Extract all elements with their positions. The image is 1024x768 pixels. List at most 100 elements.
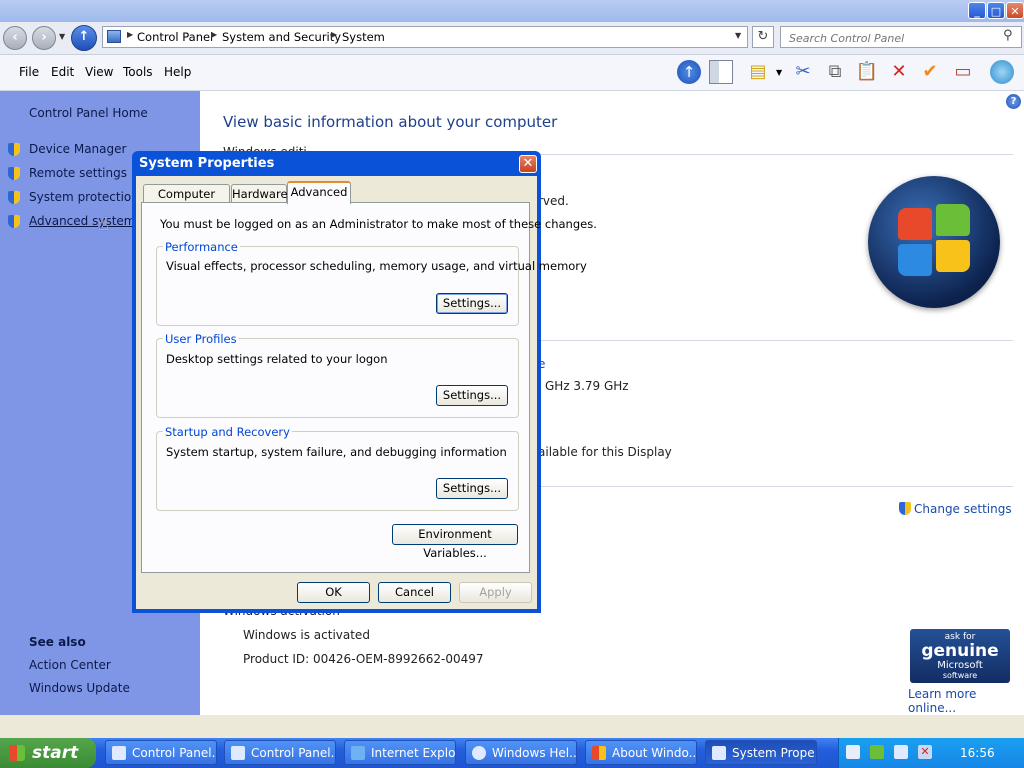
apply-button[interactable]: Apply	[459, 582, 532, 603]
windows-logo-icon	[868, 176, 1000, 308]
crumb-separator-icon: ▶	[127, 30, 134, 39]
pen-touch-info: ailable for this Display	[538, 445, 672, 459]
menu-tools[interactable]: Tools	[123, 65, 153, 79]
tab-hardware[interactable]: Hardware	[231, 184, 288, 202]
back-icon[interactable]: ‹	[3, 26, 27, 50]
maximize-button[interactable]: □	[987, 2, 1005, 19]
menu-file[interactable]: File	[19, 65, 39, 79]
shield-icon	[8, 215, 20, 228]
shield-icon	[8, 167, 20, 180]
cancel-button[interactable]: Cancel	[378, 582, 451, 603]
paste-icon[interactable]: 📋	[855, 60, 879, 84]
delete-icon[interactable]: ✕	[887, 60, 911, 84]
crumb-separator-icon: ▶	[211, 30, 218, 39]
up-arrow-icon[interactable]: ↑	[677, 60, 701, 84]
properties-icon[interactable]: ▭	[951, 60, 975, 84]
clock[interactable]: 16:56	[960, 746, 995, 760]
search-box[interactable]: ⚲	[780, 26, 1022, 48]
user-profiles-description: Desktop settings related to your logon	[166, 352, 388, 366]
startup-recovery-settings-button[interactable]: Settings...	[436, 478, 508, 499]
menu-help[interactable]: Help	[164, 65, 191, 79]
ok-button[interactable]: OK	[297, 582, 370, 603]
genuine-software: software	[942, 671, 978, 680]
help-icon[interactable]: ?	[1006, 94, 1021, 109]
search-input[interactable]	[787, 29, 996, 47]
taskbar-item-windows-help[interactable]: Windows Hel...	[465, 740, 577, 765]
shield-icon	[899, 502, 911, 515]
learn-more-link[interactable]: Learn more online...	[908, 687, 1024, 715]
taskbar-item-label: Control Panel...	[132, 746, 217, 760]
user-profiles-group	[156, 338, 519, 418]
start-label: start	[32, 743, 79, 763]
sidebar-item-system-protection[interactable]: System protection	[29, 190, 139, 204]
internet-explorer-icon	[351, 746, 365, 760]
activation-status: Windows is activated	[243, 628, 370, 642]
breadcrumb-control-panel[interactable]: Control Panel	[137, 30, 213, 44]
performance-settings-button[interactable]: Settings...	[436, 293, 508, 314]
see-also-heading: See also	[29, 635, 86, 649]
volume-muted-icon[interactable]: ✕	[918, 745, 932, 759]
sidebar-item-device-manager[interactable]: Device Manager	[29, 142, 126, 156]
start-button[interactable]: start	[0, 738, 96, 768]
history-dropdown-icon[interactable]: ▼	[59, 32, 65, 41]
control-panel-icon	[107, 30, 121, 43]
forward-icon[interactable]: ›	[32, 26, 56, 50]
taskbar-item-label: System Prope...	[732, 746, 817, 760]
sidebar-item-windows-update[interactable]: Windows Update	[29, 681, 130, 695]
windows-flag-icon	[9, 745, 25, 761]
dialog-close-icon[interactable]: ✕	[519, 155, 537, 173]
up-folder-icon[interactable]: ↑	[71, 25, 97, 51]
taskbar-item-about-windows[interactable]: About Windo...	[585, 740, 697, 765]
startup-recovery-description: System startup, system failure, and debu…	[166, 445, 507, 459]
close-window-button[interactable]: ✕	[1006, 2, 1024, 19]
taskbar-item-control-panel-2[interactable]: Control Panel...	[224, 740, 336, 765]
network-tray-icon[interactable]	[894, 745, 908, 759]
copy-icon[interactable]: ⧉	[823, 60, 847, 84]
menu-edit[interactable]: Edit	[51, 65, 74, 79]
address-bar[interactable]: ▶ Control Panel ▶ System and Security ▶ …	[102, 26, 748, 48]
shield-icon	[8, 143, 20, 156]
breadcrumb-system[interactable]: System	[342, 30, 385, 44]
refresh-icon[interactable]: ↻	[752, 26, 774, 48]
environment-variables-button[interactable]: Environment Variables...	[392, 524, 518, 560]
product-id: Product ID: 00426-OEM-8992662-00497	[243, 652, 484, 666]
dialog-title: System Properties	[139, 156, 275, 171]
performance-legend: Performance	[163, 240, 240, 254]
change-settings-link[interactable]: Change settings	[914, 502, 1012, 516]
tab-advanced[interactable]: Advanced	[287, 181, 351, 204]
security-tray-icon[interactable]	[870, 745, 884, 759]
windows-flag-icon	[592, 746, 606, 760]
cut-icon[interactable]: ✂	[791, 60, 815, 84]
folders-pane-icon[interactable]	[709, 60, 733, 84]
check-icon[interactable]: ✔	[918, 60, 942, 84]
performance-description: Visual effects, processor scheduling, me…	[166, 259, 587, 273]
document-tray-icon[interactable]	[846, 745, 860, 759]
shield-icon	[8, 191, 20, 204]
views-dropdown-icon[interactable]: ▼	[776, 68, 782, 77]
taskbar-item-label: About Windo...	[612, 746, 697, 760]
search-icon[interactable]: ⚲	[1003, 28, 1013, 43]
performance-group	[156, 246, 519, 326]
crumb-separator-icon: ▶	[331, 30, 338, 39]
genuine-microsoft-badge[interactable]: ask for genuine Microsoft software	[910, 629, 1010, 683]
admin-note: You must be logged on as an Administrato…	[160, 217, 597, 231]
control-panel-icon	[231, 746, 245, 760]
copyright-fragment: rved.	[538, 194, 569, 208]
sidebar-item-action-center[interactable]: Action Center	[29, 658, 111, 672]
sidebar-item-remote-settings[interactable]: Remote settings	[29, 166, 127, 180]
network-icon[interactable]	[990, 60, 1014, 84]
minimize-button[interactable]: _	[968, 2, 986, 19]
address-dropdown-icon[interactable]: ▼	[735, 31, 741, 40]
control-panel-home-link[interactable]: Control Panel Home	[29, 106, 148, 120]
taskbar-item-label: Windows Hel...	[492, 746, 577, 760]
menu-view[interactable]: View	[85, 65, 113, 79]
taskbar-item-system-properties[interactable]: System Prope...	[705, 740, 817, 765]
user-profiles-settings-button[interactable]: Settings...	[436, 385, 508, 406]
taskbar-item-control-panel-1[interactable]: Control Panel...	[105, 740, 217, 765]
breadcrumb-system-and-security[interactable]: System and Security	[222, 30, 341, 44]
taskbar-item-internet-explorer[interactable]: Internet Explo...	[344, 740, 456, 765]
processor-speed: GHz 3.79 GHz	[545, 379, 629, 393]
views-icon[interactable]: ▤	[746, 60, 770, 84]
page-title: View basic information about your comput…	[223, 113, 558, 131]
tab-computer-name[interactable]: Computer Name	[143, 184, 230, 219]
